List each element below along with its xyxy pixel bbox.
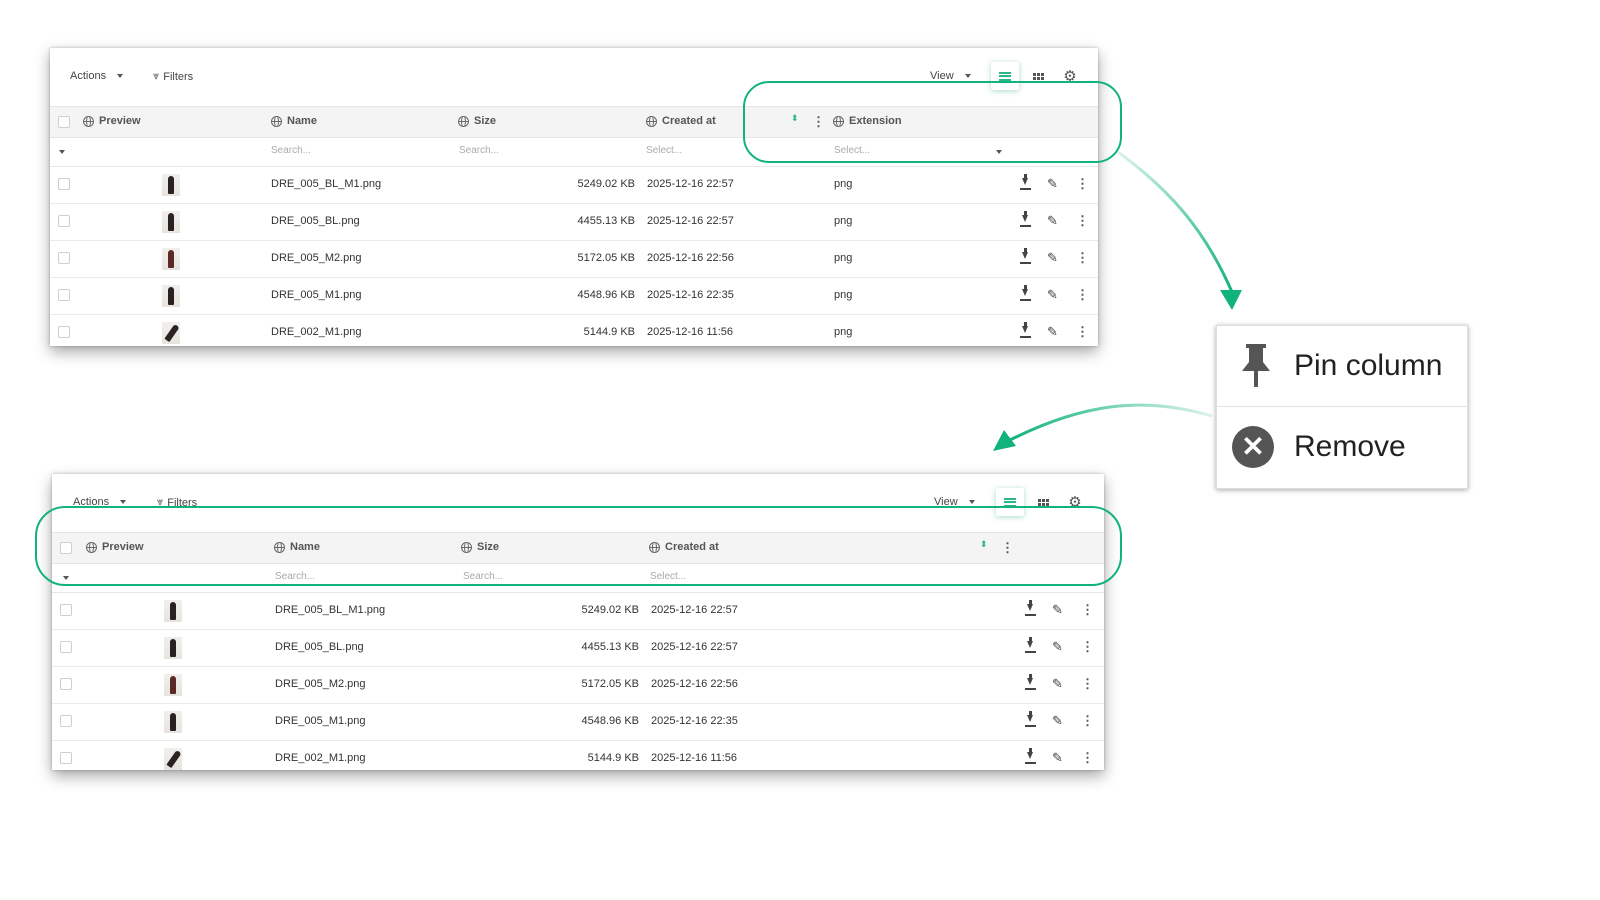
arrow-to-menu: [1117, 150, 1234, 293]
column-context-menu: Pin column ✕ Remove: [1216, 325, 1468, 489]
arrow-head: [1220, 290, 1242, 310]
pin-icon: [1242, 344, 1270, 387]
pin-column-menu-item[interactable]: Pin column: [1217, 326, 1467, 407]
pin-column-label: Pin column: [1294, 349, 1443, 382]
arrow-head: [993, 430, 1016, 451]
remove-menu-item[interactable]: ✕ Remove: [1217, 407, 1467, 487]
remove-label: Remove: [1294, 430, 1406, 463]
close-circle-icon: ✕: [1232, 426, 1274, 468]
arrow-to-result: [1009, 403, 1213, 442]
